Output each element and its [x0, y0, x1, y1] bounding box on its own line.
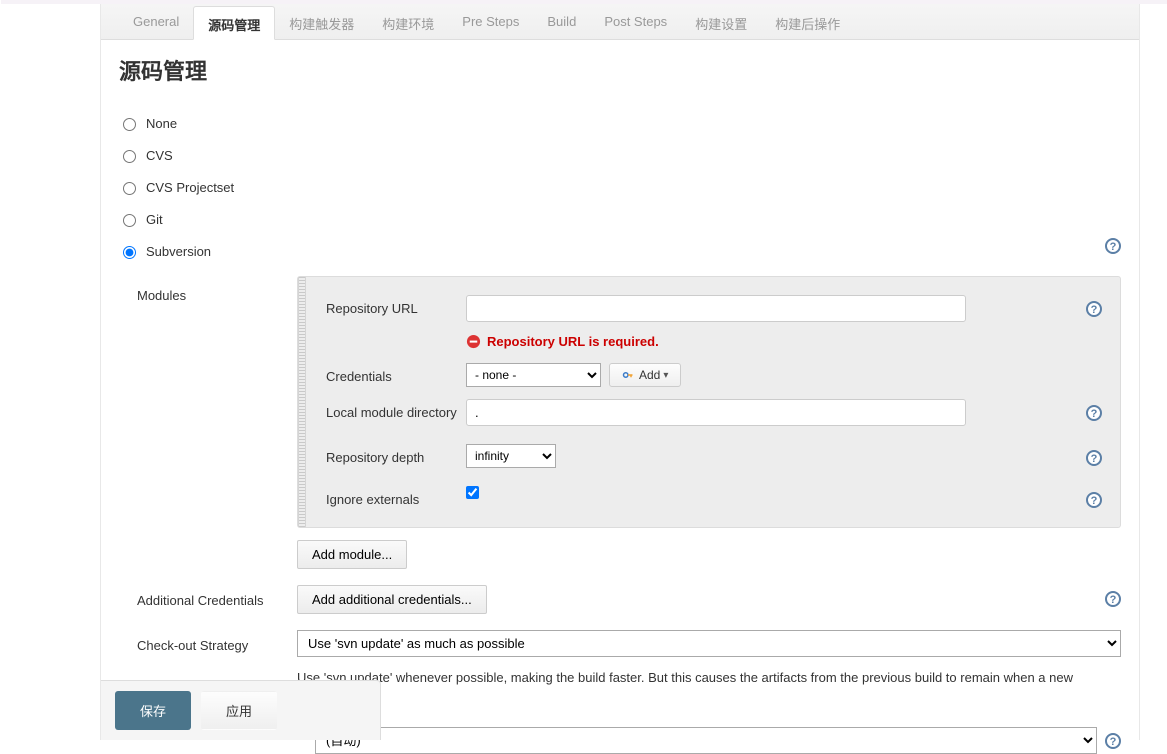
footer-bar: 保存 应用: [101, 680, 381, 740]
repo-url-input[interactable]: [466, 295, 966, 322]
credentials-label: Credentials: [326, 363, 466, 384]
checkout-strategy-select[interactable]: Use 'svn update' as much as possible: [297, 630, 1121, 657]
error-icon: [466, 334, 481, 349]
help-icon[interactable]: ?: [1105, 238, 1121, 254]
add-module-button[interactable]: Add module...: [297, 540, 407, 569]
help-icon[interactable]: ?: [1086, 450, 1102, 466]
scm-radio-label: CVS Projectset: [146, 178, 234, 198]
depth-label: Repository depth: [326, 444, 466, 465]
drag-handle[interactable]: [298, 277, 306, 527]
scm-radio-cvsproj-input[interactable]: [123, 182, 136, 195]
tab-general[interactable]: General: [119, 6, 193, 39]
scm-radio-cvsproj[interactable]: CVS Projectset: [119, 172, 1121, 204]
error-text: Repository URL is required.: [487, 334, 659, 349]
checkout-label: Check-out Strategy: [137, 630, 297, 653]
chevron-down-icon: ▾: [663, 370, 668, 381]
modules-label: Modules: [137, 280, 297, 311]
credentials-select[interactable]: - none -: [466, 363, 601, 387]
scm-radio-git-input[interactable]: [123, 214, 136, 227]
svg-text:?: ?: [1091, 495, 1098, 507]
scm-radio-cvs-input[interactable]: [123, 150, 136, 163]
add-button-label: Add: [639, 368, 660, 382]
scm-radio-subversion-input[interactable]: [123, 246, 136, 259]
save-button[interactable]: 保存: [115, 691, 191, 730]
scm-radio-cvs[interactable]: CVS: [119, 140, 1121, 172]
checkout-desc: Use 'svn update' whenever possible, maki…: [297, 669, 1121, 705]
help-icon[interactable]: ?: [1086, 405, 1102, 421]
depth-select[interactable]: infinity: [466, 444, 556, 468]
tab-scm[interactable]: 源码管理: [193, 6, 275, 40]
tab-build-env[interactable]: 构建环境: [368, 6, 448, 39]
scm-radio-subversion[interactable]: Subversion ?: [119, 236, 1121, 268]
additional-credentials-label: Additional Credentials: [137, 585, 297, 608]
repo-url-label: Repository URL: [326, 295, 466, 316]
scm-radio-git[interactable]: Git: [119, 204, 1121, 236]
tab-build[interactable]: Build: [533, 6, 590, 39]
svg-text:?: ?: [1091, 304, 1098, 316]
repo-url-error: Repository URL is required.: [466, 334, 1102, 349]
key-icon: [622, 369, 634, 381]
config-tabs: General 源码管理 构建触发器 构建环境 Pre Steps Build …: [101, 0, 1139, 40]
help-icon[interactable]: ?: [1086, 301, 1102, 317]
svg-text:?: ?: [1091, 453, 1098, 465]
scm-radio-group: None CVS CVS Projectset Git Subversion ?: [119, 108, 1121, 268]
tab-post-build[interactable]: 构建后操作: [761, 6, 854, 39]
scm-radio-label: CVS: [146, 146, 173, 166]
apply-button[interactable]: 应用: [201, 691, 277, 730]
scm-radio-none-input[interactable]: [123, 118, 136, 131]
ignore-ext-checkbox[interactable]: [466, 486, 479, 499]
ignore-ext-label: Ignore externals: [326, 486, 466, 507]
tab-triggers[interactable]: 构建触发器: [275, 6, 368, 39]
scm-radio-label: None: [146, 114, 177, 134]
local-dir-input[interactable]: [466, 399, 966, 426]
help-icon[interactable]: ?: [1086, 492, 1102, 508]
add-credentials-button[interactable]: Add ▾: [609, 363, 681, 387]
svg-text:?: ?: [1091, 408, 1098, 420]
auto-select[interactable]: (自动): [315, 727, 1097, 754]
svg-text:?: ?: [1110, 241, 1117, 253]
tab-post-steps[interactable]: Post Steps: [590, 6, 681, 39]
svg-text:?: ?: [1110, 736, 1117, 748]
help-icon[interactable]: ?: [1105, 591, 1121, 607]
add-additional-credentials-button[interactable]: Add additional credentials...: [297, 585, 487, 614]
local-dir-label: Local module directory: [326, 399, 466, 420]
section-title: 源码管理: [119, 54, 1121, 86]
scm-radio-label: Subversion: [146, 242, 211, 262]
scm-radio-label: Git: [146, 210, 163, 230]
svg-text:?: ?: [1110, 594, 1117, 606]
scm-radio-none[interactable]: None: [119, 108, 1121, 140]
tab-pre-steps[interactable]: Pre Steps: [448, 6, 533, 39]
help-icon[interactable]: ?: [1105, 733, 1121, 749]
tab-build-settings[interactable]: 构建设置: [681, 6, 761, 39]
module-box: Repository URL ? Repository URL is requi…: [297, 276, 1121, 528]
